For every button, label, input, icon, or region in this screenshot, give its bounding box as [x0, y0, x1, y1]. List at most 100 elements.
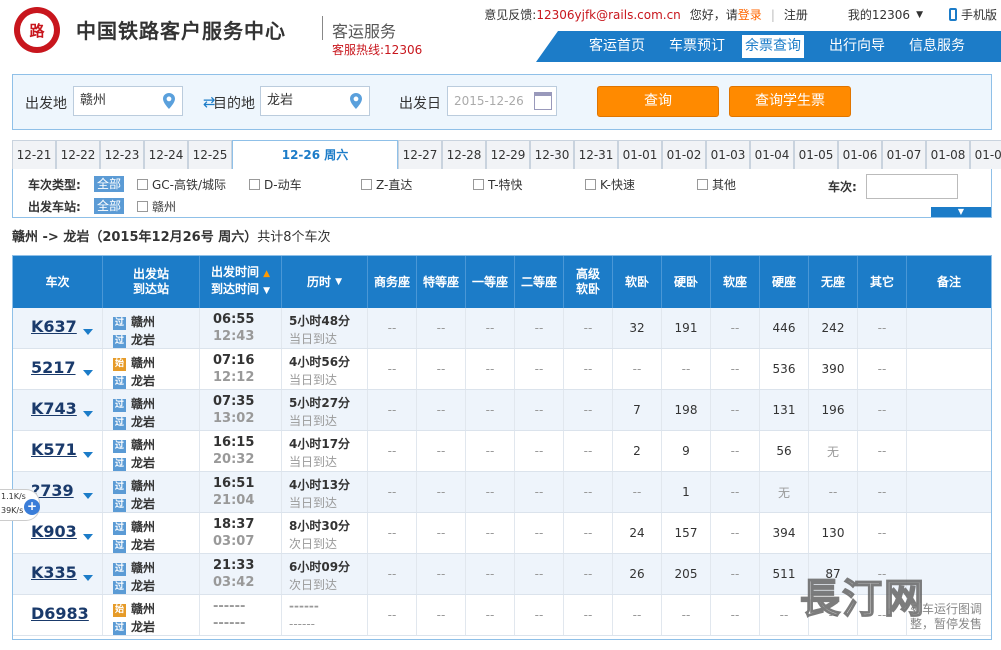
train-number-link[interactable]: K571	[31, 440, 77, 459]
nav-home[interactable]: 客运首页	[586, 35, 648, 58]
train-number-link[interactable]: 5217	[31, 358, 76, 377]
feedback-email-link[interactable]: 12306yjfk@rails.com.cn	[536, 8, 680, 22]
calendar-icon[interactable]	[534, 92, 552, 110]
chevron-down-icon[interactable]	[83, 575, 93, 581]
date-tab[interactable]: 12-22	[56, 140, 100, 169]
train-number-input[interactable]	[866, 174, 958, 199]
checkbox[interactable]	[697, 179, 708, 190]
date-tab[interactable]: 01-06	[838, 140, 882, 169]
checkbox[interactable]	[361, 179, 372, 190]
station-badge: 过	[113, 522, 126, 535]
seat-count: --	[564, 390, 613, 430]
date-tab[interactable]: 01-03	[706, 140, 750, 169]
date-tab[interactable]: 01-05	[794, 140, 838, 169]
date-tab[interactable]: 12-21	[12, 140, 56, 169]
date-tab[interactable]: 01-08	[926, 140, 970, 169]
col-times[interactable]: 出发时间 ▲ 到达时间 ▼	[200, 256, 282, 308]
train-number-label: 车次:	[828, 180, 857, 194]
col-seat: 软座	[711, 256, 760, 308]
depart-time: 07:35	[213, 394, 255, 409]
train-type-all[interactable]: 全部	[94, 176, 125, 192]
remark-cell	[907, 431, 991, 471]
date-tab[interactable]: 12-29	[486, 140, 530, 169]
train-number-link[interactable]: D6983	[31, 604, 89, 623]
date-tab[interactable]: 12-31	[574, 140, 618, 169]
seat-count: 390	[809, 349, 858, 389]
my12306-link[interactable]: 我的12306	[848, 6, 910, 23]
station-option-ganzhou[interactable]: 赣州	[137, 198, 176, 215]
to-station-input[interactable]: 龙岩	[260, 86, 370, 116]
plus-icon[interactable]: +	[24, 499, 40, 515]
date-tab[interactable]: 01-01	[618, 140, 662, 169]
checkbox[interactable]	[137, 179, 148, 190]
date-tab[interactable]: 01-04	[750, 140, 794, 169]
nav-info-service[interactable]: 信息服务	[906, 35, 968, 58]
date-tab[interactable]: 12-28	[442, 140, 486, 169]
checkbox[interactable]	[137, 201, 148, 212]
type-option-other[interactable]: 其他	[697, 176, 736, 193]
date-tab[interactable]: 12-24	[144, 140, 188, 169]
location-pin-icon[interactable]	[162, 93, 176, 109]
date-tab[interactable]: 12-23	[100, 140, 144, 169]
from-station-input[interactable]: 赣州	[73, 86, 183, 116]
col-duration[interactable]: 历时 ▼	[282, 256, 368, 308]
remark-cell	[907, 308, 991, 348]
date-input[interactable]: 2015-12-26	[447, 86, 557, 116]
seat-count: --	[564, 308, 613, 348]
date-tab[interactable]: 12-25	[188, 140, 232, 169]
chevron-down-icon[interactable]: ▼	[916, 10, 923, 20]
train-number-link[interactable]: K903	[31, 522, 77, 541]
type-option-gc[interactable]: GC-高铁/城际	[137, 176, 226, 193]
expand-filters-icon[interactable]: ▼	[931, 207, 991, 217]
date-tab[interactable]: 12-27	[398, 140, 442, 169]
date-tab[interactable]: 01-07	[882, 140, 926, 169]
seat-count: --	[711, 390, 760, 430]
type-option-z[interactable]: Z-直达	[361, 176, 412, 193]
date-tabs: 12-21 12-22 12-23 12-24 12-25 12-26 周六 12-27 12…	[12, 140, 1001, 170]
arrival-day: ------	[289, 617, 315, 631]
chevron-down-icon[interactable]	[83, 370, 93, 376]
date-tab[interactable]: 12-30	[530, 140, 574, 169]
railway-logo[interactable]: 路	[14, 7, 60, 53]
login-link[interactable]: 登录	[738, 6, 762, 23]
chevron-down-icon[interactable]	[83, 452, 93, 458]
type-option-d[interactable]: D-动车	[249, 176, 302, 193]
train-number-link[interactable]: K637	[31, 317, 77, 336]
chevron-down-icon[interactable]	[83, 329, 93, 335]
checkbox[interactable]	[473, 179, 484, 190]
date-tab[interactable]: 01-09	[970, 140, 1001, 169]
col-seat: 二等座	[515, 256, 564, 308]
station-badge: 过	[113, 417, 126, 430]
search-button[interactable]: 查询	[597, 86, 719, 117]
network-speed-widget[interactable]: 1.1K/s 39K/s +	[0, 489, 40, 521]
station-badge: 过	[113, 399, 126, 412]
student-search-button[interactable]: 查询学生票	[729, 86, 851, 117]
train-number-link[interactable]: K743	[31, 399, 77, 418]
nav-ticket-query[interactable]: 余票查询	[742, 35, 804, 58]
seat-count: 196	[809, 390, 858, 430]
sort-down-icon[interactable]: ▼	[263, 286, 270, 296]
seat-count: --	[613, 349, 662, 389]
location-pin-icon[interactable]	[349, 93, 363, 109]
sort-up-icon[interactable]: ▲	[263, 269, 270, 279]
chevron-down-icon[interactable]	[83, 411, 93, 417]
nav-travel-guide[interactable]: 出行向导	[826, 35, 888, 58]
date-tab[interactable]: 01-02	[662, 140, 706, 169]
sort-down-icon[interactable]: ▼	[335, 275, 342, 290]
train-number-link[interactable]: K335	[31, 563, 77, 582]
nav-booking[interactable]: 车票预订	[666, 35, 728, 58]
type-option-t[interactable]: T-特快	[473, 176, 523, 193]
mobile-link[interactable]: 手机版	[961, 6, 997, 23]
type-option-k[interactable]: K-快速	[585, 176, 635, 193]
depart-station-all[interactable]: 全部	[94, 198, 125, 214]
checkbox[interactable]	[249, 179, 260, 190]
arrive-station: 过龙岩	[113, 495, 155, 512]
chevron-down-icon[interactable]	[83, 493, 93, 499]
chevron-down-icon[interactable]	[83, 534, 93, 540]
seat-count: --	[466, 308, 515, 348]
checkbox[interactable]	[585, 179, 596, 190]
main-nav: 客运首页 车票预订 余票查询 出行向导 信息服务	[536, 31, 1001, 62]
table-row: K903 过赣州过龙岩 18:37 03:07 8小时30分 次日到达 -- -- -- -- --…	[13, 513, 991, 554]
date-tab[interactable]: 12-26 周六	[232, 140, 398, 170]
register-link[interactable]: 注册	[784, 6, 808, 23]
